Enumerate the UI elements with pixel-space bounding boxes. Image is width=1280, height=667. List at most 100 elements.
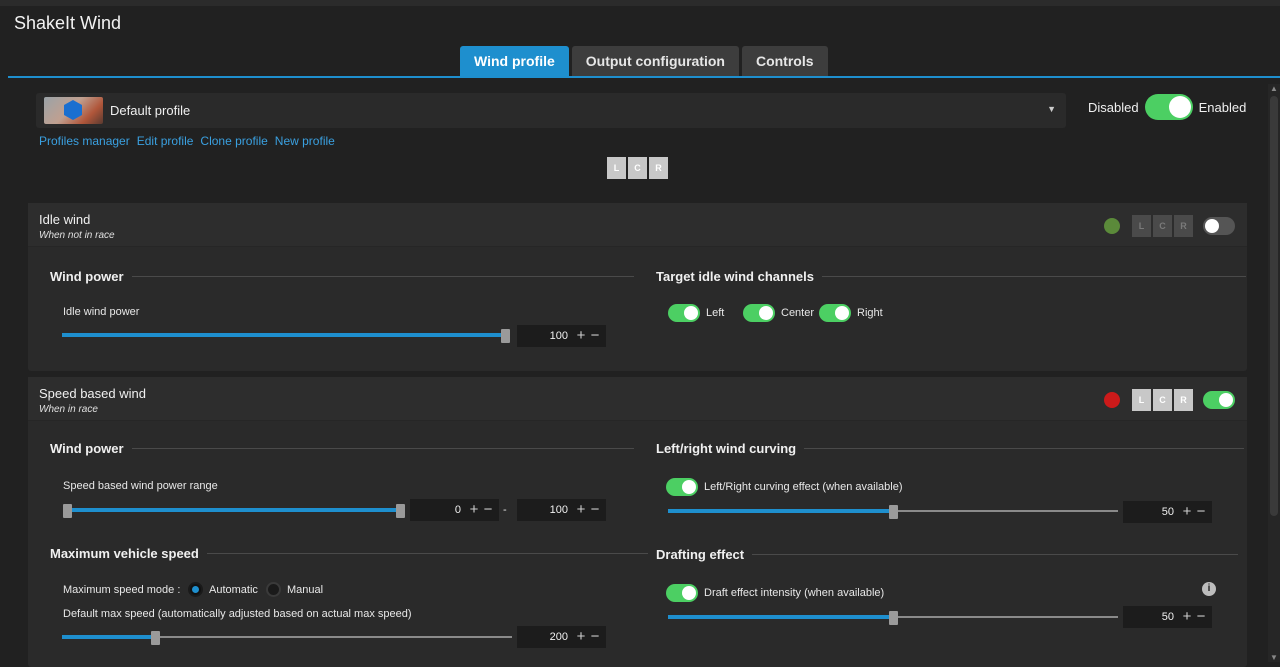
profiles-manager-link[interactable]: Profiles manager <box>39 134 130 148</box>
idle-wind-power-input[interactable]: 100 + − <box>517 325 606 347</box>
minus-icon[interactable]: − <box>1194 609 1208 624</box>
max-speed-slider[interactable] <box>62 631 512 645</box>
profile-thumbnail <box>44 97 103 124</box>
speed-wind-min-value: 0 <box>454 504 461 516</box>
curving-slider[interactable] <box>668 505 1118 519</box>
minus-icon[interactable]: − <box>588 328 602 343</box>
app-title: ShakeIt Wind <box>14 13 122 33</box>
minus-icon[interactable]: − <box>1194 504 1208 519</box>
curving-label: Left/Right curving effect (when availabl… <box>704 481 903 493</box>
channel-center-toggle[interactable] <box>743 304 775 322</box>
channel-center-indicator: C <box>628 157 647 179</box>
tab-controls[interactable]: Controls <box>741 46 828 76</box>
speed-wind-max-value: 100 <box>549 504 568 516</box>
idle-wind-power-section: Wind power <box>50 269 634 284</box>
section-title: Wind power <box>50 269 124 284</box>
new-profile-link[interactable]: New profile <box>275 134 335 148</box>
channel-left-switch: Left <box>668 304 724 322</box>
gamepad-badge-icon <box>64 100 82 120</box>
idle-wind-subtitle: When not in race <box>39 230 115 241</box>
curving-value: 50 <box>1161 506 1174 518</box>
speed-wind-header[interactable]: Speed based wind When in race L C R <box>28 377 1247 421</box>
drafting-value: 50 <box>1161 611 1174 623</box>
enabled-label: Enabled <box>1198 99 1247 115</box>
drafting-toggle[interactable] <box>666 584 698 602</box>
plus-icon[interactable]: + <box>1180 504 1194 519</box>
idle-wind-power-slider[interactable] <box>62 329 510 343</box>
plus-icon[interactable]: + <box>574 502 588 517</box>
tab-output-configuration[interactable]: Output configuration <box>571 46 739 76</box>
idle-wind-header[interactable]: Idle wind When not in race L C R <box>28 203 1247 247</box>
channel-left-indicator: L <box>1132 389 1151 411</box>
curving-section: Left/right wind curving <box>656 441 1245 456</box>
channel-left-indicator: L <box>1132 215 1151 237</box>
profile-dropdown[interactable]: Default profile ▼ <box>36 93 1066 128</box>
channel-left-indicator: L <box>607 157 626 179</box>
range-min-thumb[interactable] <box>63 504 72 518</box>
plus-icon[interactable]: + <box>574 328 588 343</box>
drafting-input[interactable]: 50 + − <box>1123 606 1212 628</box>
scroll-down-icon[interactable]: ▼ <box>1270 653 1278 662</box>
range-max-thumb[interactable] <box>396 504 405 518</box>
radio-manual[interactable] <box>266 582 281 597</box>
speed-wind-max-input[interactable]: 100 + − <box>517 499 606 521</box>
radio-automatic[interactable] <box>188 582 203 597</box>
tab-wind-profile[interactable]: Wind profile <box>460 46 569 76</box>
speed-wind-title: Speed based wind <box>39 386 146 401</box>
plus-icon[interactable]: + <box>467 502 481 517</box>
speed-wind-subtitle: When in race <box>39 404 98 415</box>
speed-wind-power-label: Speed based wind power range <box>63 480 218 492</box>
idle-wind-toggle[interactable] <box>1203 217 1235 235</box>
max-speed-input[interactable]: 200 + − <box>517 626 606 648</box>
scrollbar-thumb[interactable] <box>1270 96 1278 516</box>
speed-wind-channel-indicators: L C R <box>1132 389 1193 411</box>
channel-center-indicator: C <box>1153 215 1172 237</box>
profile-links: Profiles manager Edit profile Clone prof… <box>39 134 335 148</box>
drafting-slider[interactable] <box>668 611 1118 625</box>
channel-right-toggle[interactable] <box>819 304 851 322</box>
range-separator: - <box>503 504 507 516</box>
window-top-strip <box>0 0 1280 6</box>
mode-automatic-option[interactable]: Automatic <box>188 582 258 597</box>
channel-right-indicator: R <box>649 157 668 179</box>
drafting-label: Draft effect intensity (when available) <box>704 587 885 599</box>
section-title: Drafting effect <box>656 547 745 562</box>
max-speed-section: Maximum vehicle speed <box>50 546 648 561</box>
mode-manual-option[interactable]: Manual <box>266 582 323 597</box>
speed-wind-toggle[interactable] <box>1203 391 1235 409</box>
plus-icon[interactable]: + <box>1180 609 1194 624</box>
profile-name: Default profile <box>110 103 191 118</box>
minus-icon[interactable]: − <box>481 502 495 517</box>
minus-icon[interactable]: − <box>588 502 602 517</box>
mode-manual-label: Manual <box>287 583 324 596</box>
tab-underline <box>8 76 1280 78</box>
profile-enable-toggle[interactable] <box>1144 94 1193 120</box>
channel-right-label: Right <box>857 307 883 319</box>
idle-wind-status-dot <box>1104 218 1120 234</box>
idle-wind-power-label: Idle wind power <box>63 306 140 318</box>
max-speed-mode-label: Maximum speed mode : <box>63 584 181 596</box>
speed-wind-power-section: Wind power <box>50 441 634 456</box>
vertical-scrollbar[interactable]: ▲ ▼ <box>1268 84 1280 662</box>
idle-wind-power-value: 100 <box>549 330 568 342</box>
curving-toggle[interactable] <box>666 478 698 496</box>
speed-wind-power-range-slider[interactable] <box>63 504 405 518</box>
section-title: Target idle wind channels <box>656 269 814 284</box>
info-icon[interactable]: i <box>1202 582 1216 596</box>
disabled-label: Disabled <box>1088 99 1139 115</box>
plus-icon[interactable]: + <box>574 629 588 644</box>
curving-input[interactable]: 50 + − <box>1123 501 1212 523</box>
minus-icon[interactable]: − <box>588 629 602 644</box>
channel-left-label: Left <box>706 307 725 319</box>
default-max-speed-label: Default max speed (automatically adjuste… <box>63 608 412 620</box>
mode-automatic-label: Automatic <box>209 583 258 596</box>
clone-profile-link[interactable]: Clone profile <box>200 134 267 148</box>
channel-left-toggle[interactable] <box>668 304 700 322</box>
max-speed-value: 200 <box>549 631 568 643</box>
idle-wind-channel-indicators: L C R <box>1132 215 1193 237</box>
channel-center-indicator: C <box>1153 389 1172 411</box>
edit-profile-link[interactable]: Edit profile <box>137 134 194 148</box>
speed-wind-min-input[interactable]: 0 + − <box>410 499 499 521</box>
scroll-up-icon[interactable]: ▲ <box>1270 84 1278 93</box>
channel-center-switch: Center <box>743 304 814 322</box>
